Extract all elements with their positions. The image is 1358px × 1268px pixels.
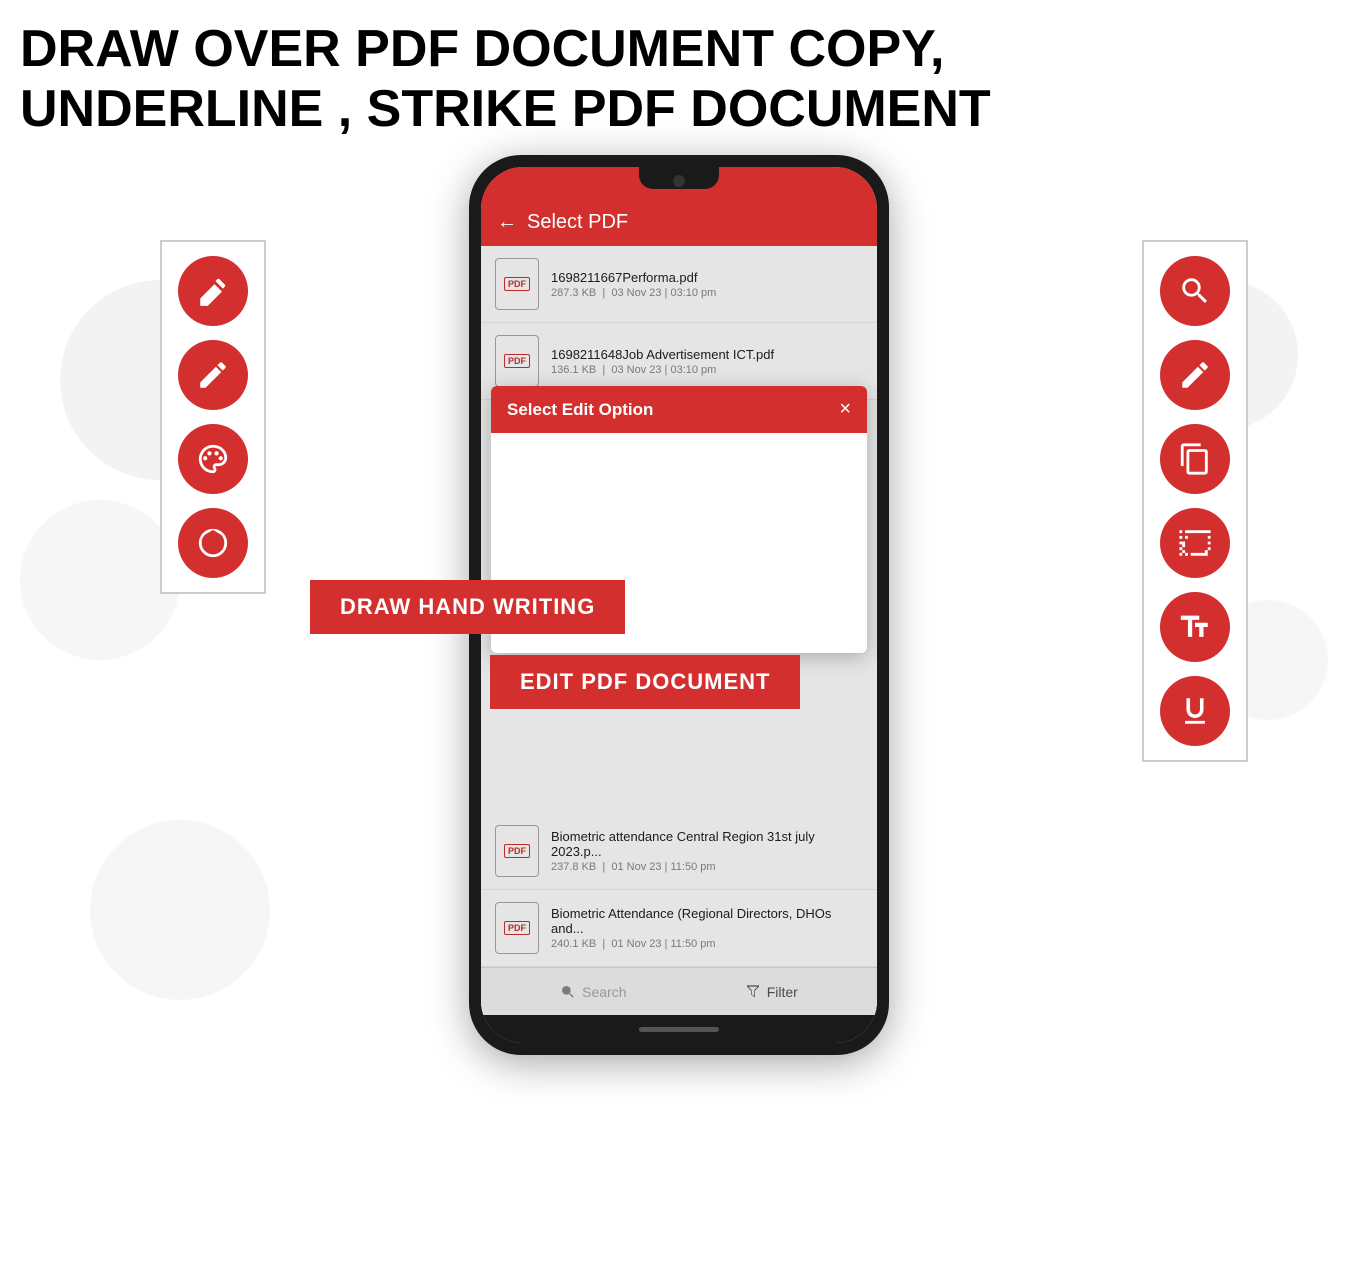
- pen-icon: [1178, 358, 1212, 392]
- modal-close-button[interactable]: ×: [839, 398, 851, 421]
- home-bar: [481, 1015, 877, 1043]
- pen-button[interactable]: [1160, 340, 1230, 410]
- modal-title: Select Edit Option: [507, 400, 653, 420]
- text-size-icon: [1178, 610, 1212, 644]
- modal-header: Select Edit Option ×: [491, 386, 867, 433]
- back-button[interactable]: ←: [497, 211, 517, 234]
- eraser-button[interactable]: [178, 256, 248, 326]
- dropper-icon: [196, 526, 230, 560]
- page-title: DRAW OVER PDF DOCUMENT COPY, UNDERLINE ,…: [20, 20, 991, 140]
- copy-button[interactable]: [1160, 424, 1230, 494]
- copy-icon: [1178, 442, 1212, 476]
- pencil-button[interactable]: [178, 340, 248, 410]
- underline-button[interactable]: [1160, 676, 1230, 746]
- draw-handwriting-label: DRAW HAND WRITING: [340, 594, 595, 619]
- palette-icon: [196, 442, 230, 476]
- home-bar-line: [639, 1027, 719, 1032]
- palette-button[interactable]: [178, 424, 248, 494]
- eraser-icon: [196, 274, 230, 308]
- edit-pdf-label: EDIT PDF DOCUMENT: [520, 669, 770, 694]
- dropper-button[interactable]: [178, 508, 248, 578]
- draw-handwriting-callout[interactable]: DRAW HAND WRITING: [310, 580, 625, 634]
- edit-pdf-callout[interactable]: EDIT PDF DOCUMENT: [490, 655, 800, 709]
- search-icon: [1178, 274, 1212, 308]
- selection-icon: [1178, 526, 1212, 560]
- search-button[interactable]: [1160, 256, 1230, 326]
- phone-camera: [673, 175, 685, 187]
- pencil-icon: [196, 358, 230, 392]
- underline-icon: [1178, 694, 1212, 728]
- text-size-button[interactable]: [1160, 592, 1230, 662]
- selection-button[interactable]: [1160, 508, 1230, 578]
- app-header: ← Select PDF: [481, 205, 877, 246]
- right-toolbar: [1142, 240, 1248, 762]
- left-toolbar: [160, 240, 266, 594]
- header-title: Select PDF: [527, 211, 628, 234]
